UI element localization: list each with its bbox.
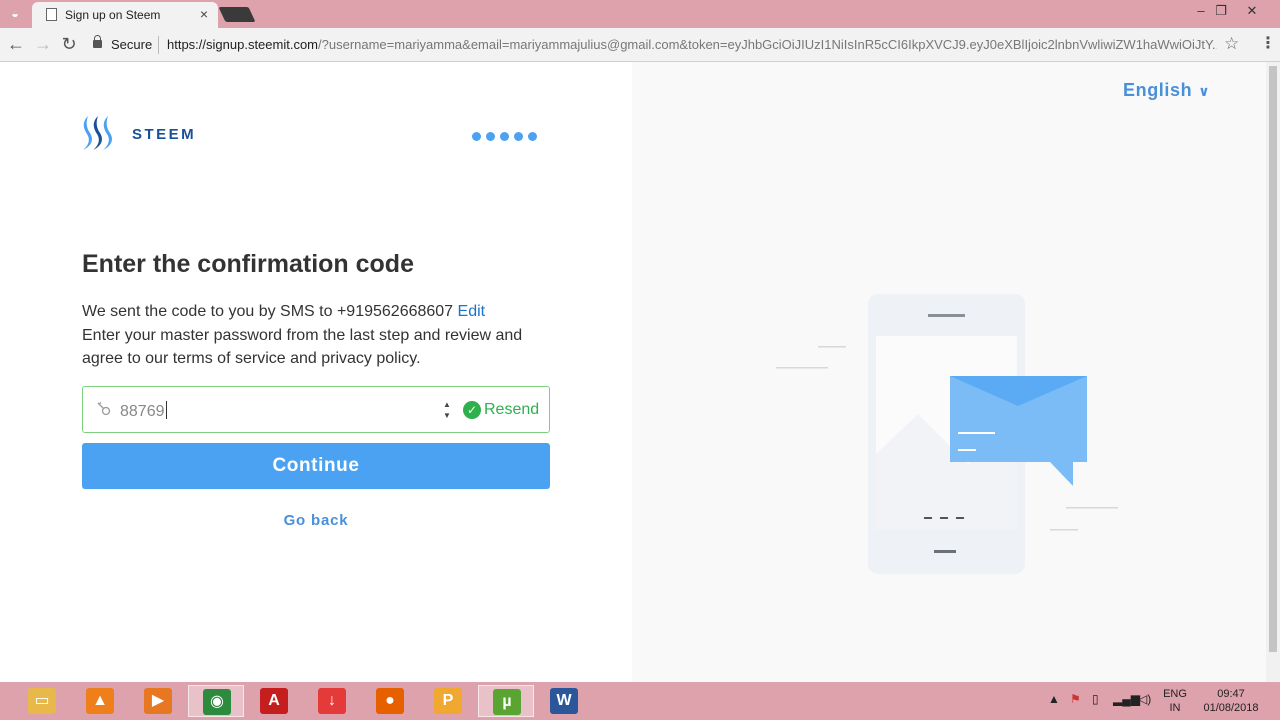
sms-sent-text: We sent the code to you by SMS to +91956… (82, 303, 454, 320)
taskbar-app-button[interactable]: ◉ (188, 685, 244, 717)
network-error-icon[interactable]: ⚑ (1070, 692, 1081, 706)
progress-dot (500, 132, 509, 141)
bookmark-star-icon[interactable]: ☆ (1224, 34, 1239, 54)
form-description: We sent the code to you by SMS to +91956… (82, 300, 552, 371)
windows-taskbar: ▭ ▲ ▶ ◉ A ↓ ● Pµ W ▲ ⚑ ▯ ▂▄▆ ◁) ENG IN 09:47 01/08… (0, 682, 1280, 720)
taskbar-app-button[interactable]: A (246, 685, 302, 717)
chrome-icon: ◉ (203, 689, 231, 715)
taskbar-app-button[interactable]: µ (478, 685, 534, 717)
new-tab-button[interactable] (218, 7, 256, 22)
key-icon (97, 401, 111, 416)
secure-label: Secure (111, 37, 153, 52)
download-manager-icon: ↓ (318, 688, 346, 714)
edit-phone-link[interactable]: Edit (458, 303, 486, 320)
text-caret (165, 401, 167, 419)
file-explorer-icon: ▭ (28, 688, 56, 714)
lock-icon (93, 35, 102, 48)
forward-arrow-icon[interactable]: → (32, 34, 54, 54)
media-player-icon: ▶ (144, 688, 172, 714)
url-host: https://signup.steemit.com (167, 37, 319, 52)
taskbar-app-button[interactable]: P (420, 685, 476, 717)
language-label: English (1123, 80, 1193, 100)
page-content: STEEM Enter the confirmation code We sen… (0, 62, 1280, 682)
browser-toolbar: ← → ↻ Secure https://signup.steemit.com/… (0, 28, 1280, 62)
progress-dot (486, 132, 495, 141)
go-back-link[interactable]: Go back (216, 512, 416, 529)
acrobat-icon: A (260, 688, 288, 714)
lang-code: ENG (1163, 688, 1187, 700)
signal-icon[interactable]: ▂▄▆ (1113, 692, 1140, 706)
back-arrow-icon[interactable]: ← (5, 34, 27, 54)
clock-date: 01/08/2018 (1203, 702, 1259, 714)
close-window-button[interactable]: ✕ (1243, 3, 1261, 19)
taskbar-app-button[interactable]: ▭ (14, 685, 70, 717)
taskbar-app-button[interactable]: ▲ (72, 685, 128, 717)
browser-menu-icon[interactable]: ⋮ (1260, 33, 1276, 53)
number-spinner[interactable]: ▲ ▼ (441, 399, 453, 421)
instructions-text: Enter your master password from the last… (82, 326, 523, 368)
scrollbar-thumb[interactable] (1269, 66, 1277, 652)
battery-icon[interactable]: ▯ (1092, 692, 1099, 706)
brand-name: STEEM (132, 126, 197, 143)
minimize-button[interactable]: – (1192, 3, 1210, 18)
url-query: /?username=mariyamma&email=mariyammajuli… (318, 37, 1217, 52)
volume-icon[interactable]: ◁) (1138, 692, 1151, 706)
lang-region: IN (1169, 702, 1181, 714)
vlc-icon: ▲ (86, 688, 114, 714)
taskbar-app-button[interactable]: ↓ (304, 685, 360, 717)
system-clock[interactable]: 09:47 01/08/2018 (1196, 687, 1266, 715)
spin-up-icon[interactable]: ▲ (441, 399, 453, 410)
clock-time: 09:47 (1217, 688, 1245, 700)
progress-dot (528, 132, 537, 141)
signup-progress-dots (472, 128, 542, 146)
address-bar[interactable]: Secure https://signup.steemit.com/?usern… (88, 32, 1248, 58)
utorrent-icon: µ (493, 689, 521, 715)
taskbar-app-button[interactable]: ▶ (130, 685, 186, 717)
browser-tab[interactable]: Sign up on Steem × (32, 2, 218, 28)
code-value: 88769 (120, 403, 165, 420)
chevron-down-icon: ∨ (1198, 83, 1211, 99)
word-icon: W (550, 688, 578, 714)
browser-tab-bar: ◒ Sign up on Steem × – ❐ ✕ (0, 0, 1280, 28)
input-language[interactable]: ENG IN (1160, 687, 1190, 715)
language-selector[interactable]: English ∨ (1123, 80, 1210, 101)
taskbar-app-button[interactable]: W (536, 685, 592, 717)
tab-close-icon[interactable]: × (200, 6, 208, 22)
progress-dot (514, 132, 523, 141)
signup-form-panel: STEEM Enter the confirmation code We sen… (0, 62, 632, 682)
continue-button[interactable]: Continue (82, 443, 550, 489)
url-text[interactable]: https://signup.steemit.com/?username=mar… (167, 37, 1217, 52)
steem-logo-icon (83, 116, 112, 150)
confirmation-code-field[interactable]: 88769 ▲ ▼ ✓ Resend (82, 386, 550, 433)
reload-icon[interactable]: ↻ (58, 34, 80, 54)
powerpoint-viewer-icon: P (434, 688, 462, 714)
confirmation-code-input[interactable]: 88769 (120, 401, 167, 421)
check-icon: ✓ (463, 401, 481, 419)
spin-down-icon[interactable]: ▼ (441, 410, 453, 421)
page-title: Enter the confirmation code (82, 250, 414, 278)
page-favicon-icon (46, 8, 57, 21)
page-scrollbar[interactable] (1266, 62, 1280, 682)
restore-button[interactable]: ❐ (1212, 3, 1230, 19)
taskbar-app-button[interactable]: ● (362, 685, 418, 717)
address-separator (158, 36, 159, 54)
resend-code-link[interactable]: Resend (484, 401, 539, 419)
incognito-icon: ◒ (11, 6, 19, 21)
progress-dot (472, 132, 481, 141)
tab-title: Sign up on Steem (65, 8, 161, 22)
show-hidden-icons[interactable]: ▲ (1048, 692, 1060, 706)
sms-phone-illustration (776, 294, 1118, 574)
firefox-icon: ● (376, 688, 404, 714)
